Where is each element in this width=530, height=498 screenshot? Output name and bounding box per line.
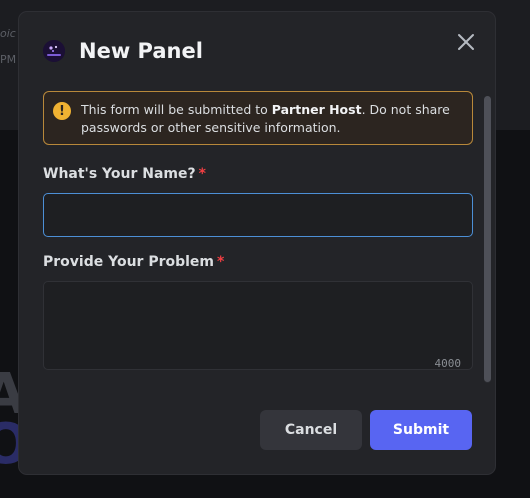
modal-title: New Panel [79, 39, 203, 63]
notice-text-host: Partner Host [271, 102, 362, 117]
character-limit-counter: 4000 [434, 357, 462, 370]
new-panel-modal: New Panel ! This form will be submitted … [18, 11, 496, 475]
modal-footer: Cancel Submit [19, 396, 495, 474]
warning-icon: ! [53, 102, 71, 120]
problem-field-label: Provide Your Problem * [43, 254, 224, 270]
cancel-button[interactable]: Cancel [260, 410, 362, 450]
problem-textarea[interactable] [43, 281, 473, 370]
modal-header: New Panel [43, 39, 203, 63]
modal-form-body: ! This form will be submitted to Partner… [43, 91, 473, 381]
name-input[interactable] [43, 193, 473, 237]
notice-text-prefix: This form will be submitted to [81, 102, 272, 117]
background-time-fragment: PM [0, 53, 17, 66]
submit-button[interactable]: Submit [370, 410, 472, 450]
required-mark: * [198, 166, 206, 182]
name-field-label: What's Your Name? * [43, 166, 206, 182]
warning-notice: ! This form will be submitted to Partner… [43, 91, 473, 145]
close-icon[interactable] [455, 31, 477, 53]
scrollbar-thumb[interactable] [484, 96, 491, 382]
warning-notice-text: This form will be submitted to Partner H… [81, 101, 460, 137]
required-mark: * [217, 254, 225, 270]
background-text-fragment: oic [0, 27, 16, 40]
name-label-text: What's Your Name? [43, 166, 196, 182]
problem-label-text: Provide Your Problem [43, 254, 215, 270]
partner-host-logo-icon [43, 40, 65, 62]
